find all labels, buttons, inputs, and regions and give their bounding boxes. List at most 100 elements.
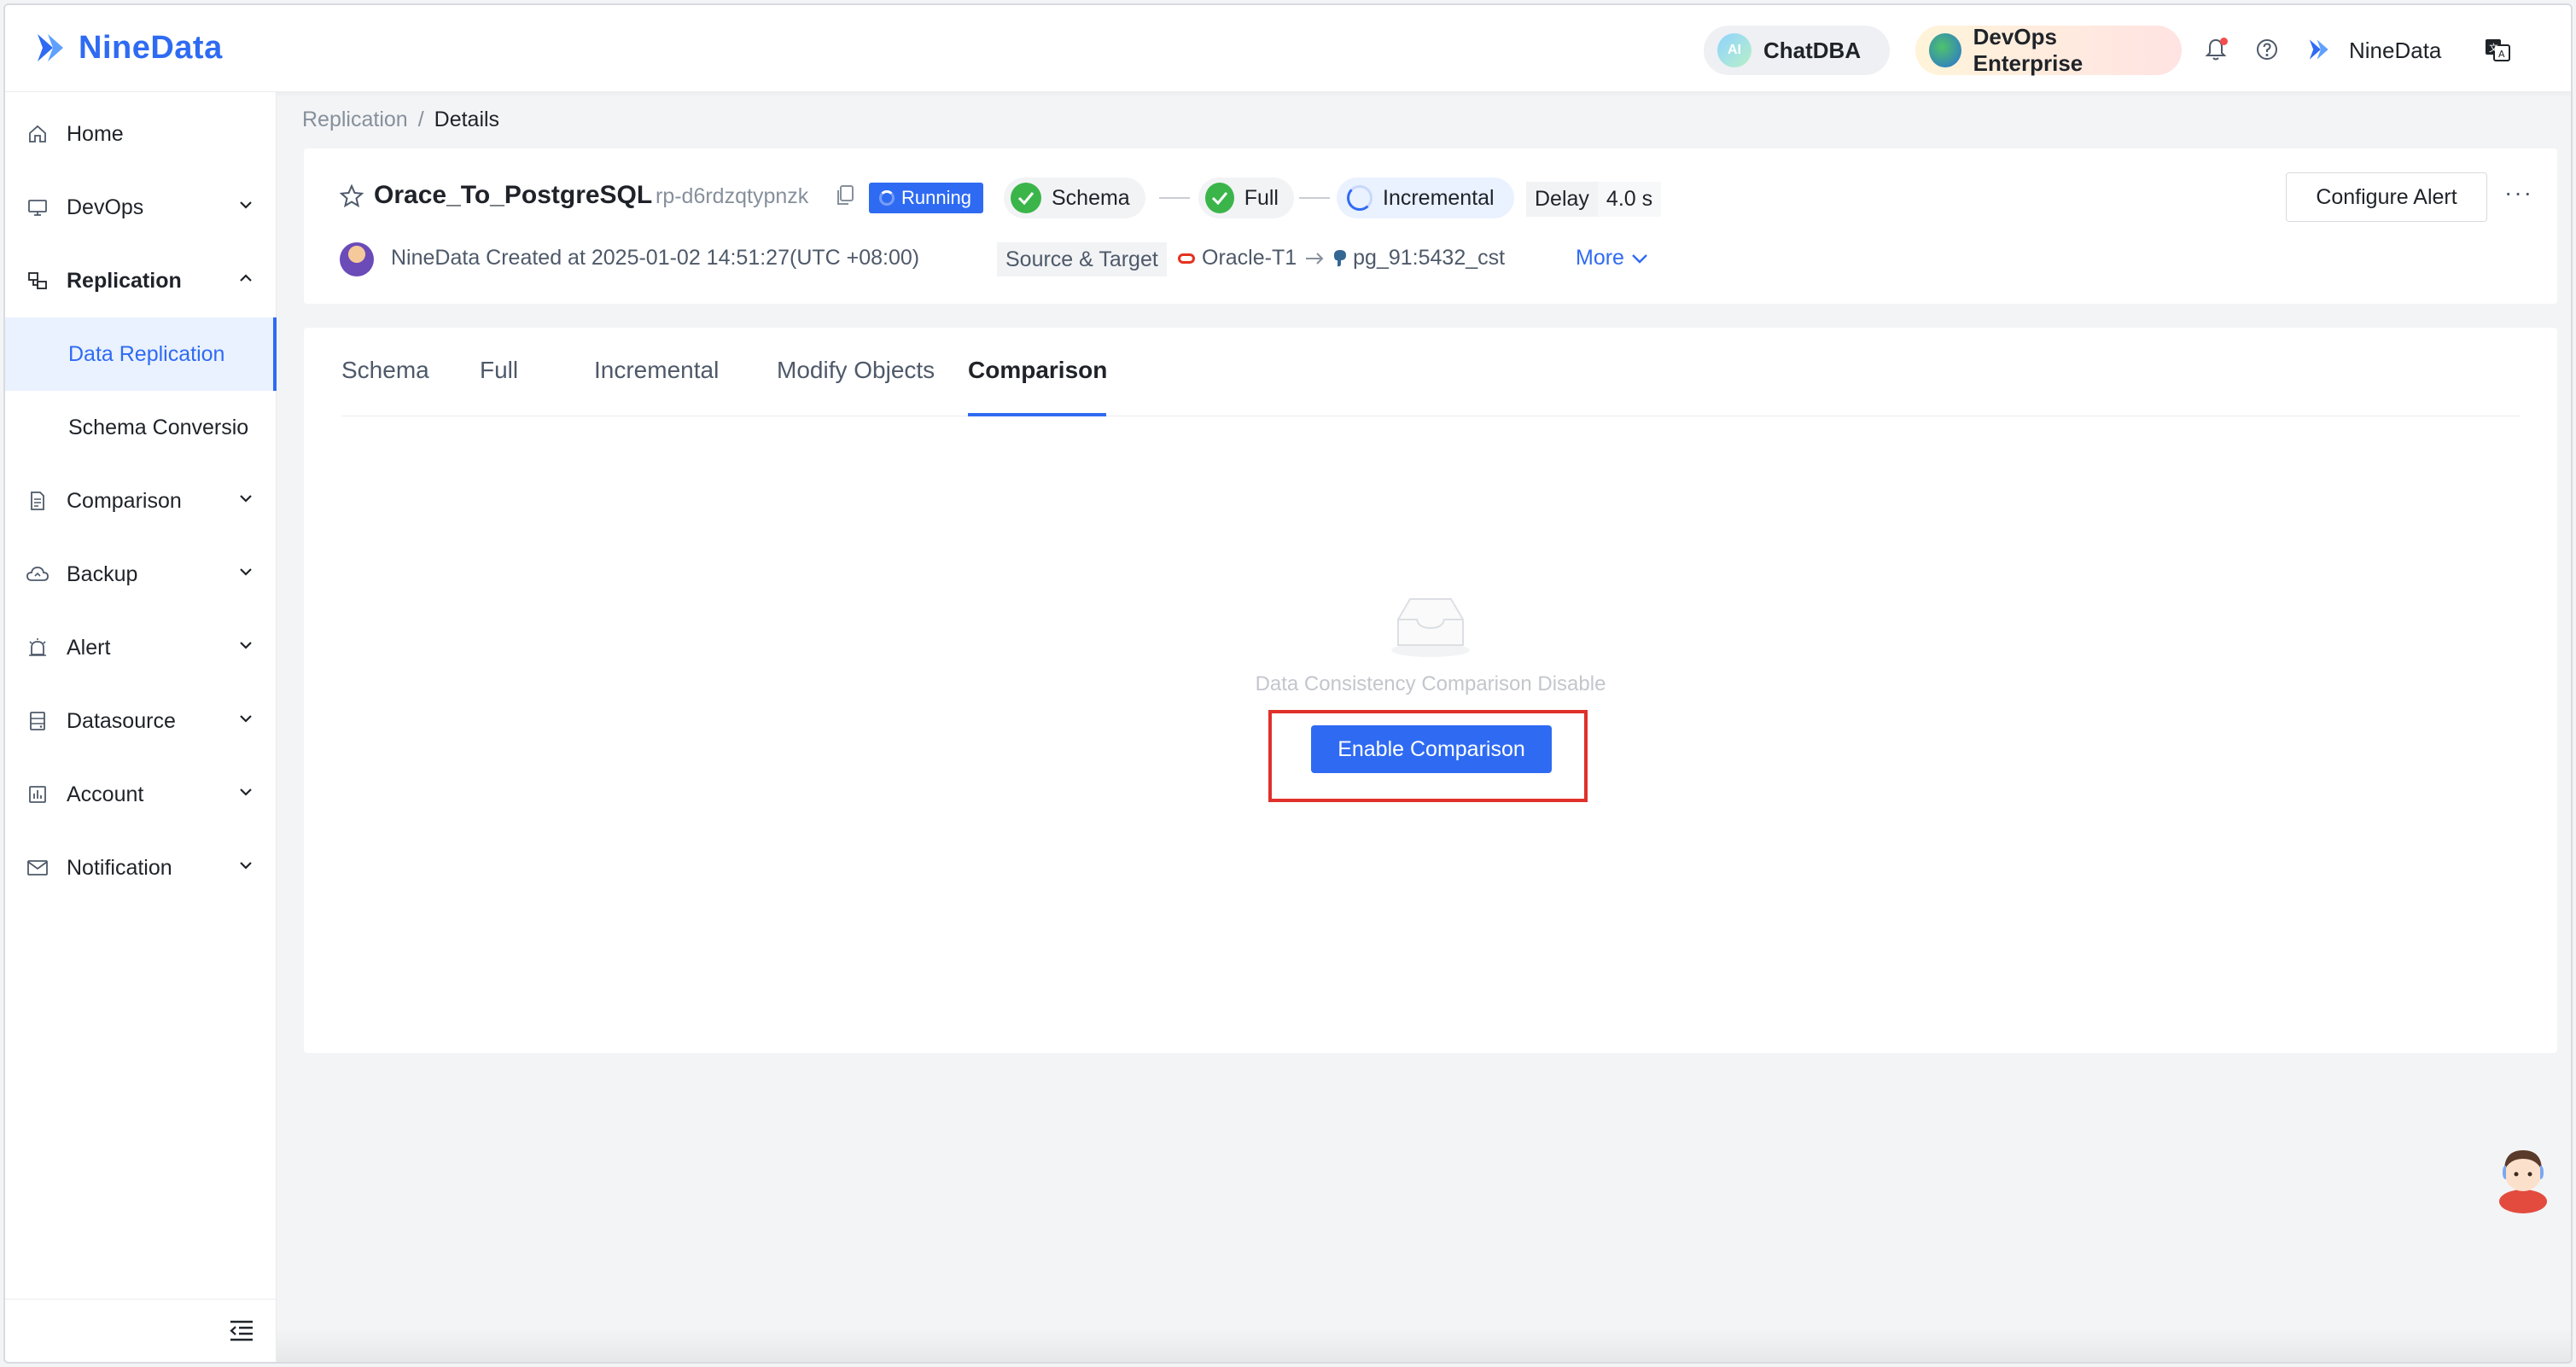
task-name: Orace_To_PostgreSQL: [374, 181, 653, 209]
sidebar-item-label: Alert: [67, 635, 111, 660]
target-name[interactable]: pg_91:5432_cst: [1353, 246, 1505, 270]
sidebar-item-data-replication[interactable]: Data Replication: [5, 317, 277, 391]
monitor-icon: [26, 195, 50, 219]
active-tab-indicator: [968, 413, 1106, 416]
chevron-down-icon: [1632, 253, 1647, 264]
check-circle-icon: [1205, 183, 1234, 213]
app-window: NineData AI ChatDBA DevOps Enterprise Ni…: [3, 3, 2573, 1364]
sidebar-item-replication[interactable]: Replication: [5, 244, 277, 317]
brand-name: NineData: [79, 29, 223, 66]
task-header-card: Orace_To_PostgreSQL rp-d6rdzqtypnzk Runn…: [304, 148, 2557, 304]
status-badge-label: Running: [901, 187, 971, 208]
chevron-up-icon: [240, 274, 252, 282]
collapse-menu-icon[interactable]: [229, 1318, 254, 1342]
ninedata-logo-icon: [38, 34, 63, 61]
sidebar-item-label: Datasource: [67, 708, 176, 733]
user-name[interactable]: NineData: [2349, 38, 2441, 64]
more-link[interactable]: More: [1576, 246, 1648, 270]
ai-icon: AI: [1717, 33, 1751, 67]
breadcrumb-separator: /: [417, 108, 424, 131]
star-icon[interactable]: [340, 184, 364, 208]
configure-alert-button[interactable]: Configure Alert: [2286, 172, 2487, 222]
sidebar-item-alert[interactable]: Alert: [5, 611, 277, 684]
tab-full[interactable]: Full: [480, 357, 518, 384]
stage-label: Full: [1244, 185, 1279, 210]
detail-tabs: Schema Full Incremental Modify Objects C…: [341, 328, 2520, 416]
breadcrumb-parent[interactable]: Replication: [302, 108, 408, 131]
arrow-right-icon: [1306, 252, 1324, 265]
sidebar-item-label: DevOps: [67, 195, 144, 219]
chatdba-button[interactable]: AI ChatDBA: [1704, 26, 1890, 75]
sidebar-item-label: Comparison: [67, 488, 182, 513]
breadcrumb-current: Details: [434, 108, 500, 131]
delay-value: 4.0 s: [1597, 181, 1662, 217]
sidebar-item-backup[interactable]: Backup: [5, 538, 277, 611]
stage-connector: [1299, 197, 1330, 199]
copy-icon[interactable]: [835, 184, 855, 207]
brand-logo[interactable]: NineData: [31, 29, 223, 67]
stage-schema: Schema: [1004, 177, 1145, 218]
loading-icon: [1347, 185, 1373, 211]
postgresql-icon: [1334, 249, 1347, 266]
devops-enterprise-label: DevOps Enterprise: [1973, 24, 2084, 76]
sidebar-footer: [5, 1299, 277, 1362]
delay-indicator: Delay 4.0 s: [1526, 181, 1662, 217]
top-bar: NineData AI ChatDBA DevOps Enterprise Ni…: [5, 5, 2571, 92]
globe-icon: [1929, 33, 1961, 67]
highlight-annotation: [1268, 710, 1588, 802]
sidebar: Home DevOps Replication Data Replication…: [5, 92, 277, 1362]
oracle-icon: [1178, 253, 1195, 264]
source-target-path: Oracle-T1 pg_91:5432_cst: [1178, 246, 1505, 270]
svg-text:A: A: [2498, 49, 2505, 60]
breadcrumb: Replication / Details: [302, 108, 499, 132]
chevron-down-icon: [240, 568, 252, 576]
sidebar-item-label: Home: [67, 121, 124, 146]
sidebar-item-comparison[interactable]: Comparison: [5, 464, 277, 538]
support-assistant-icon[interactable]: [2489, 1140, 2557, 1213]
mail-icon: [26, 856, 50, 880]
devops-enterprise-button[interactable]: DevOps Enterprise: [1915, 24, 2182, 76]
comparison-panel: Schema Full Incremental Modify Objects C…: [304, 328, 2557, 1053]
avatar: [340, 242, 374, 276]
account-icon: [26, 782, 50, 806]
chevron-down-icon: [240, 862, 252, 870]
language-switch-icon[interactable]: 文A: [2484, 36, 2511, 63]
sidebar-item-datasource[interactable]: Datasource: [5, 684, 277, 758]
chevron-down-icon: [240, 715, 252, 723]
delay-label: Delay: [1526, 181, 1598, 217]
help-icon[interactable]: [2253, 36, 2281, 63]
sidebar-item-label: Account: [67, 782, 144, 806]
stage-label: Incremental: [1383, 185, 1495, 210]
sidebar-item-account[interactable]: Account: [5, 758, 277, 831]
document-icon: [26, 489, 50, 513]
empty-inbox-icon: [1391, 598, 1470, 657]
stage-connector: [1159, 197, 1190, 199]
tab-incremental[interactable]: Incremental: [594, 357, 719, 384]
sidebar-item-label: Replication: [67, 268, 182, 293]
loading-icon: [879, 190, 895, 206]
tab-comparison[interactable]: Comparison: [968, 357, 1107, 384]
source-target-label: Source & Target: [997, 242, 1167, 276]
replication-icon: [26, 269, 50, 293]
sidebar-item-notification[interactable]: Notification: [5, 831, 277, 905]
chatdba-label: ChatDBA: [1763, 37, 1862, 63]
alarm-icon: [26, 636, 50, 660]
bell-icon[interactable]: [2202, 36, 2229, 63]
sidebar-item-devops[interactable]: DevOps: [5, 171, 277, 244]
chevron-down-icon: [240, 788, 252, 796]
chevron-down-icon: [240, 201, 252, 209]
creator-info: NineData Created at 2025-01-02 14:51:27(…: [391, 246, 920, 270]
tab-schema[interactable]: Schema: [341, 357, 429, 384]
stage-incremental: Incremental: [1337, 177, 1514, 218]
sidebar-item-home[interactable]: Home: [5, 97, 277, 171]
tab-modify-objects[interactable]: Modify Objects: [777, 357, 935, 384]
bottom-shadow: [277, 1328, 2571, 1362]
sidebar-item-label: Backup: [67, 561, 138, 586]
database-icon: [26, 709, 50, 733]
chevron-down-icon: [240, 642, 252, 649]
user-logo-icon[interactable]: [2305, 36, 2332, 63]
check-circle-icon: [1011, 183, 1041, 213]
source-name[interactable]: Oracle-T1: [1202, 246, 1297, 270]
sidebar-item-schema-conversion[interactable]: Schema Conversio: [5, 391, 277, 464]
more-actions-icon[interactable]: ···: [2504, 179, 2533, 207]
